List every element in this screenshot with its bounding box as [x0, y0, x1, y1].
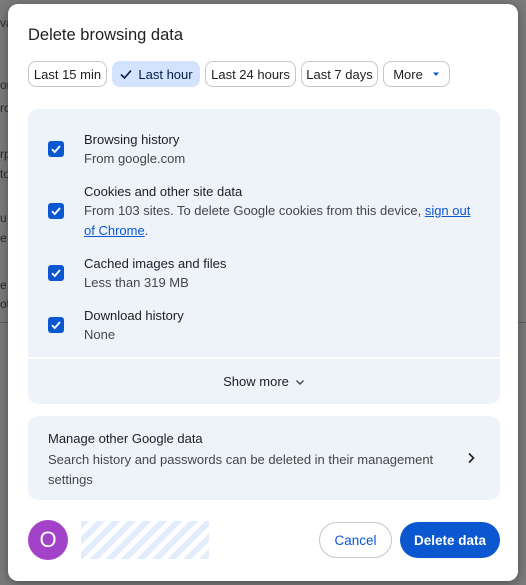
- manage-title: Manage other Google data: [48, 431, 203, 446]
- background-text: u: [0, 211, 7, 225]
- item-title: Download history: [84, 308, 184, 323]
- background-text: e: [0, 231, 7, 245]
- checkbox-download-history[interactable]: [48, 317, 64, 333]
- checkbox-cached-images[interactable]: [48, 265, 64, 281]
- checkbox-checked-icon: [51, 321, 61, 330]
- cancel-button[interactable]: Cancel: [319, 522, 392, 558]
- chip-label: More: [393, 66, 423, 82]
- checkbox-checked-icon: [51, 269, 61, 278]
- chip-last-7-days[interactable]: Last 7 days: [301, 61, 378, 87]
- item-title: Cookies and other site data: [84, 184, 243, 199]
- delete-data-button[interactable]: Delete data: [400, 522, 500, 558]
- delete-browsing-data-dialog: Delete browsing data Last 15 min Last ho…: [8, 4, 518, 581]
- dialog-title: Delete browsing data: [28, 26, 184, 44]
- chip-label: Last 24 hours: [211, 66, 290, 82]
- item-desc: None: [84, 327, 116, 342]
- checkmark-icon: [120, 69, 132, 80]
- checkbox-cookies[interactable]: [48, 203, 64, 219]
- desc-text: From 103 sites. To delete Google cookies…: [84, 203, 425, 218]
- caret-down-icon: [432, 72, 439, 76]
- chip-last-15-min[interactable]: Last 15 min: [28, 61, 107, 87]
- chip-label: Last 7 days: [306, 66, 373, 82]
- checkbox-browsing-history[interactable]: [48, 141, 64, 157]
- checkbox-checked-icon: [51, 207, 61, 216]
- checkbox-checked-icon: [51, 145, 61, 154]
- item-desc: From 103 sites. To delete Google cookies…: [84, 201, 480, 241]
- desc-text: .: [144, 223, 149, 238]
- item-desc: Less than 319 MB: [84, 275, 189, 290]
- manage-desc: Search history and passwords can be dele…: [48, 452, 434, 487]
- chip-last-hour[interactable]: Last hour: [112, 61, 200, 87]
- chevron-right-icon: [468, 452, 475, 464]
- manage-google-data-row[interactable]: Manage other Google data Search history …: [28, 416, 500, 500]
- chip-label: Last hour: [138, 66, 193, 82]
- item-title: Cached images and files: [84, 256, 227, 271]
- chip-label: Last 15 min: [33, 66, 102, 82]
- chevron-down-icon: [295, 379, 304, 385]
- item-title: Browsing history: [84, 132, 180, 147]
- show-more-label: Show more: [223, 374, 289, 389]
- chip-more-dropdown[interactable]: More: [383, 61, 450, 87]
- show-more-button[interactable]: Show more: [28, 359, 500, 404]
- chip-last-24-hours[interactable]: Last 24 hours: [205, 61, 296, 87]
- account-info-redacted: [81, 521, 209, 559]
- data-types-panel: Browsing history From google.com Cookies…: [28, 109, 500, 404]
- account-avatar[interactable]: O: [28, 520, 68, 560]
- item-desc: From google.com: [84, 151, 186, 166]
